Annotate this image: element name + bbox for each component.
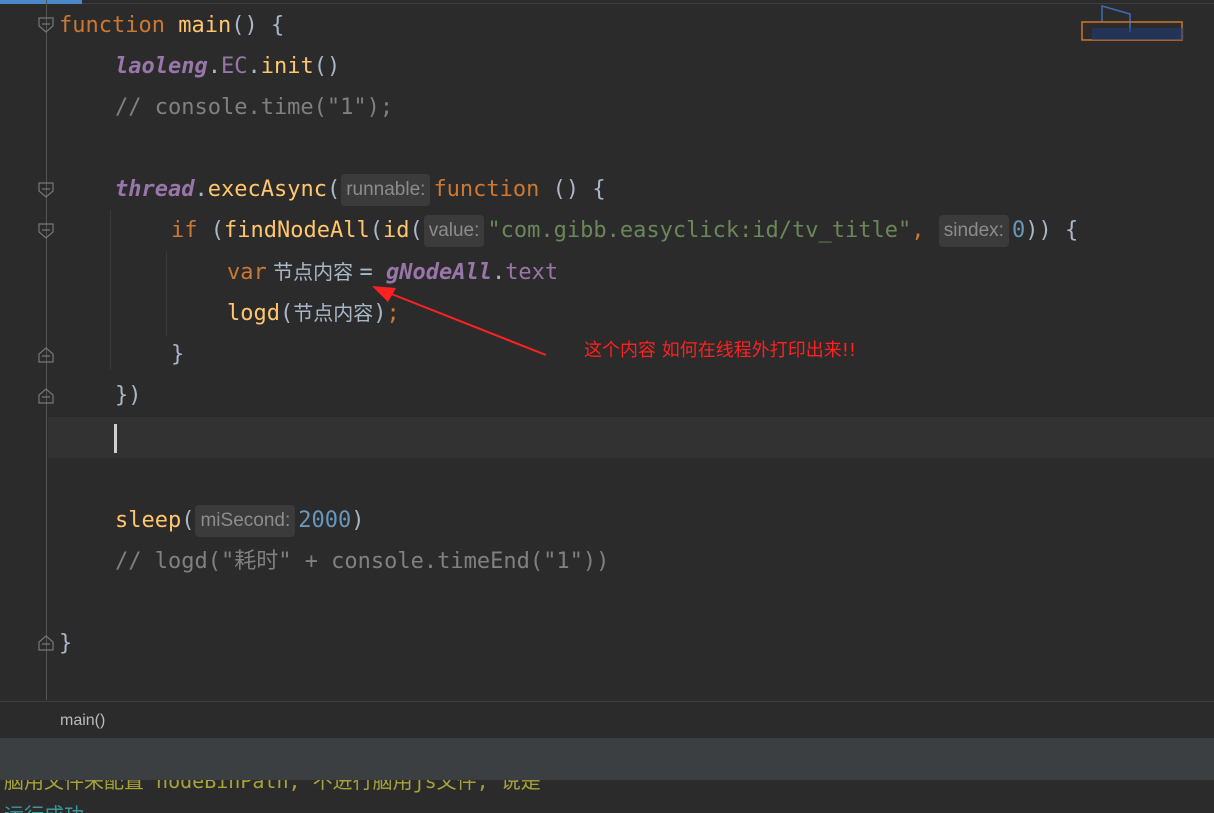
code-line[interactable]: if (findNodeAll(id(value: "com.gibb.easyc… xyxy=(171,210,1078,251)
token-function: execAsync xyxy=(207,177,327,202)
fold-icon[interactable] xyxy=(38,17,54,33)
token-punct: . xyxy=(194,177,208,202)
token-keyword: if xyxy=(171,218,198,243)
token-function: id xyxy=(382,218,410,243)
token-function: main xyxy=(178,13,232,38)
token-comment: // logd("耗时" + console.timeEnd("1")) xyxy=(115,549,610,574)
fold-icon[interactable] xyxy=(38,635,54,651)
token-function: findNodeAll xyxy=(224,218,370,243)
tool-window-header xyxy=(0,738,1214,780)
parameter-hint: sindex: xyxy=(938,215,1009,247)
console-line: 运行成功 xyxy=(4,799,84,813)
breadcrumb-item-main[interactable]: main() xyxy=(60,702,105,740)
code-line[interactable]: } xyxy=(171,334,184,375)
code-editor[interactable]: function main() { laoleng.EC.init() // c… xyxy=(0,0,1214,700)
parameter-hint: value: xyxy=(423,215,485,247)
token-string: "com.gibb.easyclick:id/tv_title" xyxy=(487,218,912,243)
token-punct: () { xyxy=(231,13,285,38)
token-keyword: var xyxy=(227,260,267,285)
token-global: thread xyxy=(115,177,195,202)
token-function: init xyxy=(260,54,314,79)
fold-icon[interactable] xyxy=(38,347,54,363)
annotation-text: 这个内容 如何在线程外打印出来!! xyxy=(584,340,857,361)
code-line[interactable]: sleep(miSecond: 2000) xyxy=(115,500,365,541)
console-output[interactable]: 脑用文件来配置 nodeBinPath, 不进行脑用js文件, 说是 运行成功 xyxy=(0,780,1214,813)
annotation-arrow-icon xyxy=(372,286,547,356)
token-global: laoleng xyxy=(115,54,208,79)
token-keyword: function xyxy=(433,177,540,202)
console-line: 脑用文件来配置 nodeBinPath, 不进行脑用js文件, 说是 xyxy=(4,780,541,793)
token-punct: ( xyxy=(409,218,423,243)
code-line[interactable]: function main() { xyxy=(59,5,284,46)
fold-icon[interactable] xyxy=(38,223,54,239)
current-line-highlight xyxy=(48,417,1214,458)
text-caret xyxy=(114,424,117,453)
code-line[interactable]: // console.time("1"); xyxy=(115,87,393,128)
token-punct: ( xyxy=(197,218,224,243)
token-function: logd xyxy=(227,301,280,326)
token-punct: . xyxy=(247,54,261,79)
token-punct: ( xyxy=(326,177,341,202)
token-punct: ( xyxy=(369,218,383,243)
token-punct: }) xyxy=(115,383,142,408)
token-punct: () xyxy=(313,54,341,79)
fold-icon[interactable] xyxy=(38,388,54,404)
breadcrumb-bar: main() xyxy=(0,701,1214,739)
token-property: EC xyxy=(220,54,248,79)
token-punct: )) { xyxy=(1025,218,1079,243)
token-number: 0 xyxy=(1011,218,1026,243)
token-punct: } xyxy=(59,631,73,656)
parameter-hint: miSecond: xyxy=(195,505,296,537)
token-keyword: function xyxy=(59,13,165,38)
indent-guide xyxy=(110,210,111,370)
code-line[interactable]: } xyxy=(59,623,72,664)
code-line[interactable]: thread.execAsync(runnable: function () { xyxy=(115,169,606,210)
code-line[interactable]: }) xyxy=(115,375,142,416)
parameter-hint: runnable: xyxy=(341,174,431,206)
indent-guide xyxy=(166,252,167,336)
token-function: sleep xyxy=(115,508,182,533)
token-punct: () { xyxy=(539,177,606,202)
token-punct: } xyxy=(171,342,185,367)
token-punct: ( xyxy=(279,301,294,326)
watermark-logo-icon xyxy=(1081,5,1184,41)
code-line[interactable]: // logd("耗时" + console.timeEnd("1")) xyxy=(115,541,609,582)
token-punct: ( xyxy=(181,508,195,533)
token-punct: ) xyxy=(351,508,365,533)
token-number: 2000 xyxy=(298,508,352,533)
token-comment: // console.time("1"); xyxy=(115,95,394,120)
code-line[interactable]: laoleng.EC.init() xyxy=(115,46,340,87)
token-punct: . xyxy=(207,54,221,79)
token-punct: , xyxy=(911,218,925,243)
token-variable: 节点内容 xyxy=(266,260,360,284)
fold-icon[interactable] xyxy=(38,182,54,198)
